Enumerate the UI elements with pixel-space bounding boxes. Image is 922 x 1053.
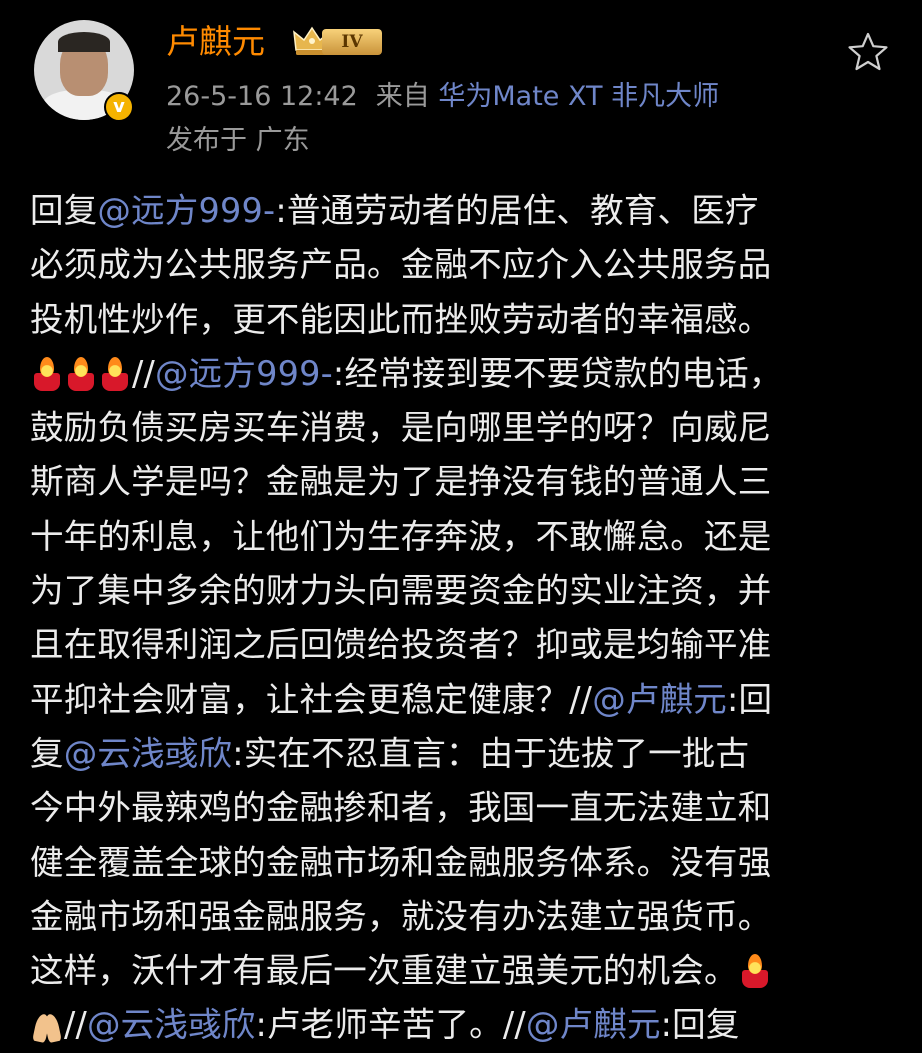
post-header: v 卢麒元 IV 26-5-16 12:42 来自 华为Mate XT 非凡大师 … [0,0,922,170]
fire-candle-emoji-icon [30,356,64,391]
body-text: // [64,1005,87,1045]
body-line: 十年的利息，让他们为生存奔波，不敢懈怠。还是 [30,510,890,564]
body-text: 回复 [30,191,98,230]
body-line: 平抑社会财富，让社会更稳定健康？//@卢麒元:回 [30,673,890,727]
body-text: 必须成为公共服务产品。金融不应介入公共服务品 [30,245,772,285]
body-text: :卢老师辛苦了。// [255,1005,526,1045]
body-text: 复 [30,733,64,773]
body-text: :回 [727,679,773,719]
body-text: 斯商人学是吗？金融是为了是挣没有钱的普通人三 [30,462,772,502]
body-line: //@远方999-:经常接到要不要贷款的电话， [30,347,890,401]
body-text: 平抑社会财富，让社会更稳定健康？// [30,679,593,719]
body-text: 十年的利息，让他们为生存奔波，不敢懈怠。还是 [30,516,772,556]
mention-link[interactable]: @云浅彧欣 [64,734,233,773]
body-line: 且在取得利润之后回馈给投资者？抑或是均输平准 [30,618,890,672]
body-line: 鼓励负债买房买车消费，是向哪里学的呀？向威尼 [30,401,890,455]
body-text: :回复 [660,1005,740,1045]
verified-v-badge-icon: v [104,92,134,122]
crown-level-badge-icon: IV [292,24,388,58]
body-text: 今中外最辣鸡的金融掺和者，我国一直无法建立和 [30,788,772,828]
star-outline-icon[interactable] [846,30,890,74]
body-text: 且在取得利润之后回馈给投资者？抑或是均输平准 [30,625,772,665]
mention-link[interactable]: @卢麒元 [526,1005,661,1044]
body-line: 金融市场和强金融服务，就没有办法建立强货币。 [30,890,890,944]
mention-link[interactable]: @远方999- [97,191,275,230]
avatar-hair [58,32,110,52]
praying-hands-emoji-icon [30,1008,64,1044]
body-line: 斯商人学是吗？金融是为了是挣没有钱的普通人三 [30,455,890,509]
source-device-link[interactable]: 华为Mate XT 非凡大师 [438,81,719,112]
author-name[interactable]: 卢麒元 [166,20,265,64]
body-line: 投机性炒作，更不能因此而挫败劳动者的幸福感。 [30,293,890,347]
source-prefix: 来自 [375,81,430,112]
body-text: :普通劳动者的居住、教育、医疗 [275,191,759,230]
body-text: :经常接到要不要贷款的电话， [332,353,783,393]
body-text: 鼓励负债买房买车消费，是向哪里学的呀？向威尼 [30,408,772,448]
body-line: 今中外最辣鸡的金融掺和者，我国一直无法建立和 [30,781,890,835]
fire-candle-emoji-icon [98,356,132,391]
body-text: 为了集中多余的财力头向需要资金的实业注资，并 [30,571,772,611]
fire-candle-emoji-icon [738,954,772,989]
body-text: 这样，沃什才有最后一次重建立强美元的机会。 [30,951,738,991]
body-line: 为了集中多余的财力头向需要资金的实业注资，并 [30,564,890,618]
timestamp: 26-5-16 12:42 [166,81,358,112]
body-text: 投机性炒作，更不能因此而挫败劳动者的幸福感。 [30,299,772,339]
mention-link[interactable]: @卢麒元 [592,680,727,719]
mention-link[interactable]: @云浅彧欣 [87,1005,256,1044]
body-text: 健全覆盖全球的金融市场和金融服务体系。没有强 [30,842,772,882]
body-line: 复@云浅彧欣:实在不忍直言：由于选拔了一批古 [30,727,890,781]
fire-candle-emoji-icon [64,356,98,391]
level-label: IV [322,29,382,55]
body-text: 金融市场和强金融服务，就没有办法建立强货币。 [30,896,772,936]
body-text: // [132,353,155,393]
post-meta: 26-5-16 12:42 来自 华为Mate XT 非凡大师 [166,78,719,116]
body-line: 这样，沃什才有最后一次重建立强美元的机会。 [30,944,890,998]
post-body: 回复@远方999-:普通劳动者的居住、教育、医疗 必须成为公共服务产品。金融不应介… [30,184,890,1053]
body-line: 回复@远方999-:普通劳动者的居住、教育、医疗 [30,184,890,238]
mention-link[interactable]: @远方999- [155,354,333,393]
body-line: 健全覆盖全球的金融市场和金融服务体系。没有强 [30,836,890,890]
body-text: :实在不忍直言：由于选拔了一批古 [232,733,750,773]
location: 发布于 广东 [166,125,310,156]
body-line: 必须成为公共服务产品。金融不应介入公共服务品 [30,238,890,292]
